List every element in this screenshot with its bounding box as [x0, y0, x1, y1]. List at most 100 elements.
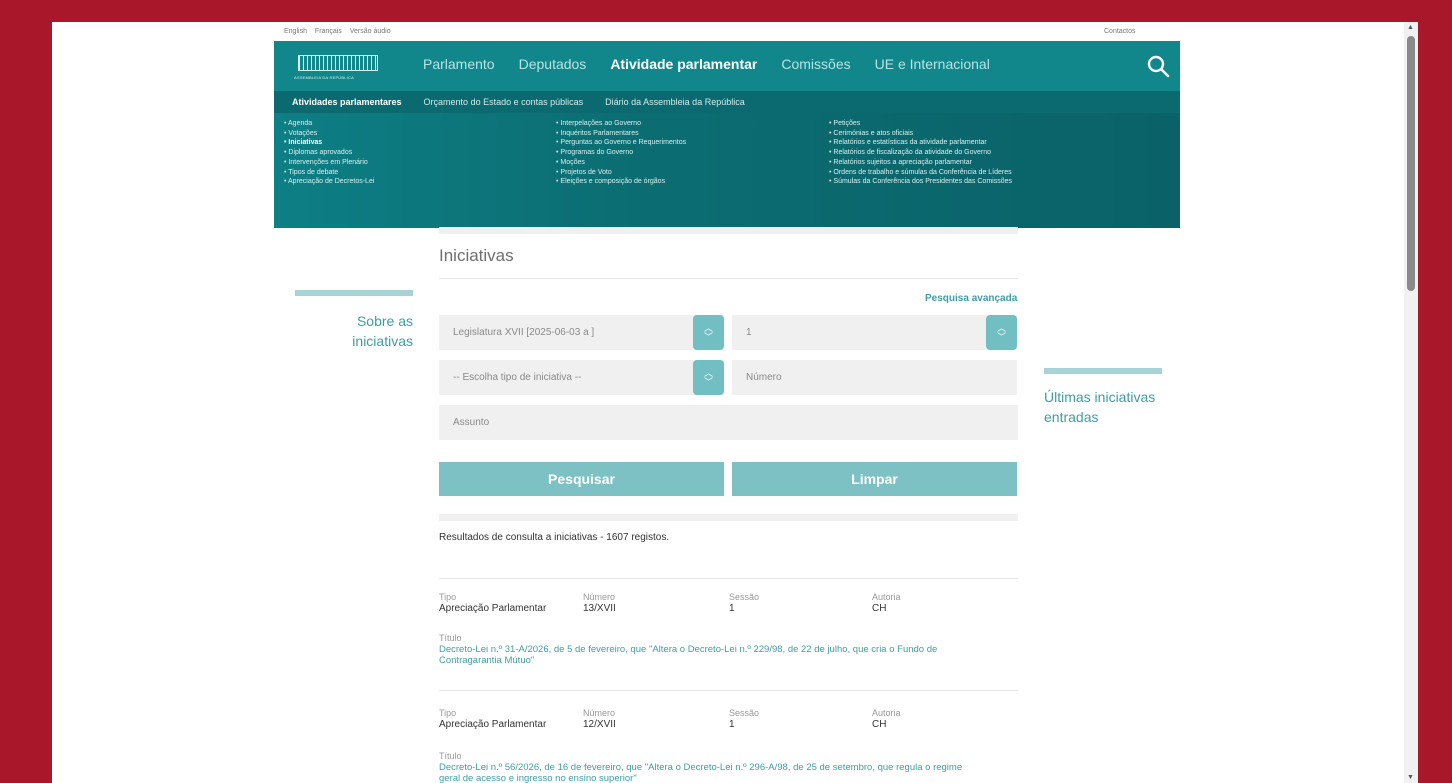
autoria-label: Autoria: [872, 592, 901, 602]
sessao-label: Sessão: [729, 708, 760, 718]
main-nav-bar: ASSEMBLEIA DA REPÚBLICA Parlamento Deput…: [274, 41, 1180, 91]
menu-item[interactable]: Relatórios e estatísticas da atividade p…: [829, 138, 1012, 148]
menu-item[interactable]: Tipos de debate: [284, 168, 374, 178]
nav-parlamento[interactable]: Parlamento: [423, 56, 495, 72]
menu-item[interactable]: Diplomas aprovados: [284, 148, 374, 158]
search-icon[interactable]: [1146, 54, 1170, 78]
tipo-value: Apreciação Parlamentar: [439, 719, 547, 730]
numero-label: Número: [583, 592, 616, 602]
sobre-iniciativas-link[interactable]: Sobre as iniciativas: [328, 311, 413, 351]
link-english[interactable]: English: [284, 28, 307, 35]
tipo-placeholder: -- Escolha tipo de iniciativa --: [453, 372, 582, 383]
menu-item[interactable]: Cerimónias e atos oficiais: [829, 129, 1012, 139]
tipo-iniciativa-select[interactable]: -- Escolha tipo de iniciativa -- ︿ ﹀: [439, 360, 724, 395]
menu-item[interactable]: Ordens de trabalho e súmulas da Conferên…: [829, 168, 1012, 178]
titulo-label: Título: [439, 633, 462, 643]
nav-atividade-parlamentar[interactable]: Atividade parlamentar: [610, 56, 757, 72]
page-title: Iniciativas: [439, 246, 514, 265]
menu-item[interactable]: Projetos de Voto: [556, 168, 686, 178]
numero-value: 13/XVII: [583, 603, 616, 614]
sessao-label: Sessão: [729, 592, 760, 602]
menu-column-3: Petições Cerimónias e atos oficiais Rela…: [829, 119, 1012, 187]
mega-menu: Agenda Votações Iniciativas Diplomas apr…: [274, 115, 1180, 228]
titulo-label: Título: [439, 751, 462, 761]
titulo-line: geral de acesso e ingresso no ensino sup…: [439, 773, 637, 783]
left-deco-bar: [295, 290, 413, 296]
autoria-value: CH: [872, 603, 887, 614]
tipo-value: Apreciação Parlamentar: [439, 603, 547, 614]
section-divider: [439, 227, 1018, 234]
menu-item[interactable]: Agenda: [284, 119, 374, 129]
tipo-label: Tipo: [439, 708, 457, 718]
menu-item[interactable]: Eleições e composição de órgãos: [556, 177, 686, 187]
nav-ue-internacional[interactable]: UE e Internacional: [875, 56, 990, 72]
nav-comissoes[interactable]: Comissões: [781, 56, 850, 72]
advanced-search-link[interactable]: Pesquisa avançada: [925, 293, 1017, 304]
sessao-value: 1: [729, 719, 735, 730]
ultimas-line-2: entradas: [1044, 409, 1099, 425]
site-logo[interactable]: ASSEMBLEIA DA REPÚBLICA: [294, 55, 384, 83]
sessao-spinner[interactable]: ︿ ﹀: [986, 315, 1017, 350]
menu-item[interactable]: Votações: [284, 129, 374, 139]
menu-item[interactable]: Súmulas da Conferência dos Presidentes d…: [829, 177, 1012, 187]
menu-item[interactable]: Relatórios sujeitos a apreciação parlame…: [829, 158, 1012, 168]
language-links: English Français Versão áudio: [284, 28, 397, 35]
link-contactos[interactable]: Contactos: [1104, 28, 1136, 35]
scroll-thumb[interactable]: [1407, 36, 1415, 291]
link-francais[interactable]: Français: [315, 28, 342, 35]
titulo-line: Decreto-Lei n.º 56/2026, de 16 de fevere…: [439, 762, 963, 773]
assunto-placeholder: Assunto: [453, 417, 490, 428]
legislatura-value: Legislatura XVII [2025-06-03 a ]: [453, 327, 595, 338]
parliament-building-icon: [298, 55, 378, 71]
titulo-line: Decreto-Lei n.º 31-A/2026, de 5 de fever…: [439, 644, 938, 655]
numero-input[interactable]: Número: [732, 360, 1017, 395]
menu-item[interactable]: Inquéritos Parlamentares: [556, 129, 686, 139]
subnav-diario[interactable]: Diário da Assembleia da República: [605, 97, 745, 107]
chevron-down-icon: ﹀: [703, 376, 713, 387]
row-divider: [439, 690, 1018, 691]
scroll-up-icon[interactable]: ▲: [1407, 24, 1414, 31]
sessao-select[interactable]: 1 ︿ ﹀: [732, 315, 1017, 350]
row-divider: [439, 578, 1018, 579]
menu-item[interactable]: Intervenções em Plenário: [284, 158, 374, 168]
browser-page: English Français Versão áudio Contactos …: [52, 22, 1418, 783]
main-nav: Parlamento Deputados Atividade parlament…: [423, 56, 990, 72]
legislatura-select[interactable]: Legislatura XVII [2025-06-03 a ] ︿ ﹀: [439, 315, 724, 350]
sessao-value: 1: [746, 327, 752, 338]
iniciativa-title-link[interactable]: Decreto-Lei n.º 56/2026, de 16 de fevere…: [439, 762, 1029, 783]
title-divider: [439, 278, 1018, 279]
menu-column-1: Agenda Votações Iniciativas Diplomas apr…: [284, 119, 374, 187]
menu-item[interactable]: Apreciação de Decretos-Lei: [284, 177, 374, 187]
menu-item[interactable]: Moções: [556, 158, 686, 168]
nav-deputados[interactable]: Deputados: [519, 56, 587, 72]
menu-item-iniciativas[interactable]: Iniciativas: [284, 138, 374, 148]
assunto-input[interactable]: Assunto: [439, 405, 1018, 440]
iniciativa-title-link[interactable]: Decreto-Lei n.º 31-A/2026, de 5 de fever…: [439, 644, 1029, 666]
tipo-label: Tipo: [439, 592, 457, 602]
menu-item[interactable]: Programas do Governo: [556, 148, 686, 158]
numero-value: 12/XVII: [583, 719, 616, 730]
menu-item[interactable]: Perguntas ao Governo e Requerimentos: [556, 138, 686, 148]
menu-item[interactable]: Petições: [829, 119, 1012, 129]
chevron-down-icon: ﹀: [703, 331, 713, 342]
legislatura-spinner[interactable]: ︿ ﹀: [693, 315, 724, 350]
menu-column-2: Interpelações ao Governo Inquéritos Parl…: [556, 119, 686, 187]
tipo-spinner[interactable]: ︿ ﹀: [693, 360, 724, 395]
sobre-line-1: Sobre as: [356, 313, 413, 329]
logo-text: ASSEMBLEIA DA REPÚBLICA: [294, 75, 354, 80]
autoria-label: Autoria: [872, 708, 901, 718]
subnav-orcamento[interactable]: Orçamento do Estado e contas públicas: [424, 97, 584, 107]
ultimas-iniciativas-link[interactable]: Últimas iniciativas entradas: [1044, 387, 1155, 427]
scroll-down-icon[interactable]: ▼: [1407, 774, 1414, 781]
numero-label: Número: [583, 708, 616, 718]
subnav-atividades-parlamentares[interactable]: Atividades parlamentares: [292, 97, 402, 107]
limpar-button[interactable]: Limpar: [732, 462, 1017, 496]
sobre-line-2: iniciativas: [352, 333, 413, 349]
menu-item[interactable]: Interpelações ao Governo: [556, 119, 686, 129]
vertical-scrollbar[interactable]: ▲ ▼: [1404, 22, 1418, 783]
link-versao-audio[interactable]: Versão áudio: [350, 28, 391, 35]
pesquisar-button[interactable]: Pesquisar: [439, 462, 724, 496]
sub-nav: Atividades parlamentares Orçamento do Es…: [274, 91, 1180, 113]
menu-item[interactable]: Relatórios de fiscalização da atividade …: [829, 148, 1012, 158]
results-divider: [439, 514, 1018, 521]
